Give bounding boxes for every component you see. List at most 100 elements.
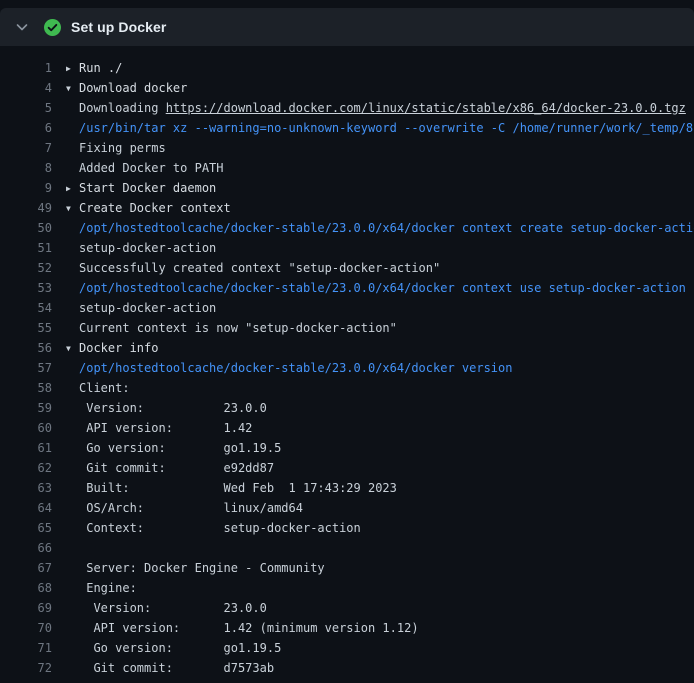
- log-line: 70 API version: 1.42 (minimum version 1.…: [0, 618, 694, 638]
- triangle-expanded-icon: ▼: [66, 339, 79, 359]
- line-number[interactable]: 4: [0, 78, 52, 98]
- line-number[interactable]: 61: [0, 438, 52, 458]
- line-number[interactable]: 52: [0, 258, 52, 278]
- step-header[interactable]: Set up Docker: [0, 8, 694, 46]
- line-text: setup-docker-action: [66, 298, 216, 318]
- line-text: Client:: [66, 378, 130, 398]
- line-number[interactable]: 8: [0, 158, 52, 178]
- triangle-collapsed-icon: ▶: [66, 179, 79, 199]
- line-text: API version: 1.42 (minimum version 1.12): [66, 618, 419, 638]
- line-number[interactable]: 60: [0, 418, 52, 438]
- line-text: /usr/bin/tar xz --warning=no-unknown-key…: [66, 118, 694, 138]
- triangle-expanded-icon: ▼: [66, 199, 79, 219]
- log-line: 71 Go version: go1.19.5: [0, 638, 694, 658]
- log-line: 6/usr/bin/tar xz --warning=no-unknown-ke…: [0, 118, 694, 138]
- line-text: Engine:: [66, 578, 137, 598]
- line-text: ▶Start Docker daemon: [66, 178, 216, 198]
- line-text: OS/Arch: linux/amd64: [66, 498, 303, 518]
- line-number[interactable]: 71: [0, 638, 52, 658]
- line-text: Git commit: d7573ab: [66, 658, 274, 678]
- log-line: 7 Fixing perms: [0, 138, 694, 158]
- line-text: Built: Wed Feb 1 17:43:29 2023: [66, 478, 397, 498]
- log-line: 66: [0, 538, 694, 558]
- log-line: 60 API version: 1.42: [0, 418, 694, 438]
- download-url-link[interactable]: https://download.docker.com/linux/static…: [166, 101, 686, 115]
- line-text: ▶Run ./: [66, 58, 122, 78]
- line-number[interactable]: 58: [0, 378, 52, 398]
- line-number[interactable]: 53: [0, 278, 52, 298]
- log-line: 50/opt/hostedtoolcache/docker-stable/23.…: [0, 218, 694, 238]
- line-number[interactable]: 63: [0, 478, 52, 498]
- line-number[interactable]: 50: [0, 218, 52, 238]
- line-number[interactable]: 59: [0, 398, 52, 418]
- log-line: 52 Successfully created context "setup-do…: [0, 258, 694, 278]
- line-text: Current context is now "setup-docker-act…: [66, 318, 397, 338]
- line-number[interactable]: 1: [0, 58, 52, 78]
- line-text: Downloading https://download.docker.com/…: [66, 98, 686, 118]
- line-text: Go version: go1.19.5: [66, 638, 281, 658]
- line-number[interactable]: 65: [0, 518, 52, 538]
- line-text: [66, 538, 79, 558]
- log-line: 65 Context: setup-docker-action: [0, 518, 694, 538]
- line-number[interactable]: 7: [0, 138, 52, 158]
- line-text: API version: 1.42: [66, 418, 252, 438]
- check-circle-icon: [44, 19, 61, 36]
- log-line: 61 Go version: go1.19.5: [0, 438, 694, 458]
- log-line[interactable]: 49 ▼Create Docker context: [0, 198, 694, 218]
- log-line: 5 Downloading https://download.docker.com…: [0, 98, 694, 118]
- line-text: ▼Docker info: [66, 338, 158, 358]
- triangle-collapsed-icon: ▶: [66, 59, 79, 79]
- line-text: Successfully created context "setup-dock…: [66, 258, 440, 278]
- line-number[interactable]: 69: [0, 598, 52, 618]
- log-line: 62 Git commit: e92dd87: [0, 458, 694, 478]
- log-line: 57/opt/hostedtoolcache/docker-stable/23.…: [0, 358, 694, 378]
- line-number[interactable]: 6: [0, 118, 52, 138]
- line-number[interactable]: 66: [0, 538, 52, 558]
- log-line: 69 Version: 23.0.0: [0, 598, 694, 618]
- log-line: 53/opt/hostedtoolcache/docker-stable/23.…: [0, 278, 694, 298]
- line-text: /opt/hostedtoolcache/docker-stable/23.0.…: [66, 278, 686, 298]
- line-text: setup-docker-action: [66, 238, 216, 258]
- line-text: /opt/hostedtoolcache/docker-stable/23.0.…: [66, 218, 694, 238]
- line-text: Server: Docker Engine - Community: [66, 558, 325, 578]
- log-line: 51 setup-docker-action: [0, 238, 694, 258]
- line-number[interactable]: 9: [0, 178, 52, 198]
- log-line: 67 Server: Docker Engine - Community: [0, 558, 694, 578]
- log-line: 72 Git commit: d7573ab: [0, 658, 694, 678]
- log-line: 55 Current context is now "setup-docker-a…: [0, 318, 694, 338]
- log-line[interactable]: 1 ▶Run ./: [0, 58, 694, 78]
- log-line: 8 Added Docker to PATH: [0, 158, 694, 178]
- log-line: 54 setup-docker-action: [0, 298, 694, 318]
- line-number[interactable]: 64: [0, 498, 52, 518]
- line-text: /opt/hostedtoolcache/docker-stable/23.0.…: [66, 358, 512, 378]
- line-number[interactable]: 5: [0, 98, 52, 118]
- log-line[interactable]: 4 ▼Download docker: [0, 78, 694, 98]
- line-text: Fixing perms: [66, 138, 166, 158]
- actions-log-viewer: Set up Docker 1▶Run ./4▼Download docker5…: [0, 0, 694, 683]
- line-number[interactable]: 62: [0, 458, 52, 478]
- line-text: Version: 23.0.0: [66, 398, 267, 418]
- line-number[interactable]: 54: [0, 298, 52, 318]
- line-number[interactable]: 49: [0, 198, 52, 218]
- line-number[interactable]: 57: [0, 358, 52, 378]
- line-text: Context: setup-docker-action: [66, 518, 361, 538]
- chevron-down-icon[interactable]: [14, 19, 30, 35]
- line-text: ▼Create Docker context: [66, 198, 231, 218]
- log-line: 68 Engine:: [0, 578, 694, 598]
- triangle-expanded-icon: ▼: [66, 79, 79, 99]
- line-number[interactable]: 70: [0, 618, 52, 638]
- line-number[interactable]: 56: [0, 338, 52, 358]
- log-line: 63 Built: Wed Feb 1 17:43:29 2023: [0, 478, 694, 498]
- line-text: ▼Download docker: [66, 78, 187, 98]
- line-number[interactable]: 72: [0, 658, 52, 678]
- line-text: Added Docker to PATH: [66, 158, 224, 178]
- log-line: 58 Client:: [0, 378, 694, 398]
- line-number[interactable]: 55: [0, 318, 52, 338]
- line-text: Go version: go1.19.5: [66, 438, 281, 458]
- line-number[interactable]: 67: [0, 558, 52, 578]
- line-number[interactable]: 68: [0, 578, 52, 598]
- log-line[interactable]: 9 ▶Start Docker daemon: [0, 178, 694, 198]
- log-line[interactable]: 56 ▼Docker info: [0, 338, 694, 358]
- line-number[interactable]: 51: [0, 238, 52, 258]
- log-line: 64 OS/Arch: linux/amd64: [0, 498, 694, 518]
